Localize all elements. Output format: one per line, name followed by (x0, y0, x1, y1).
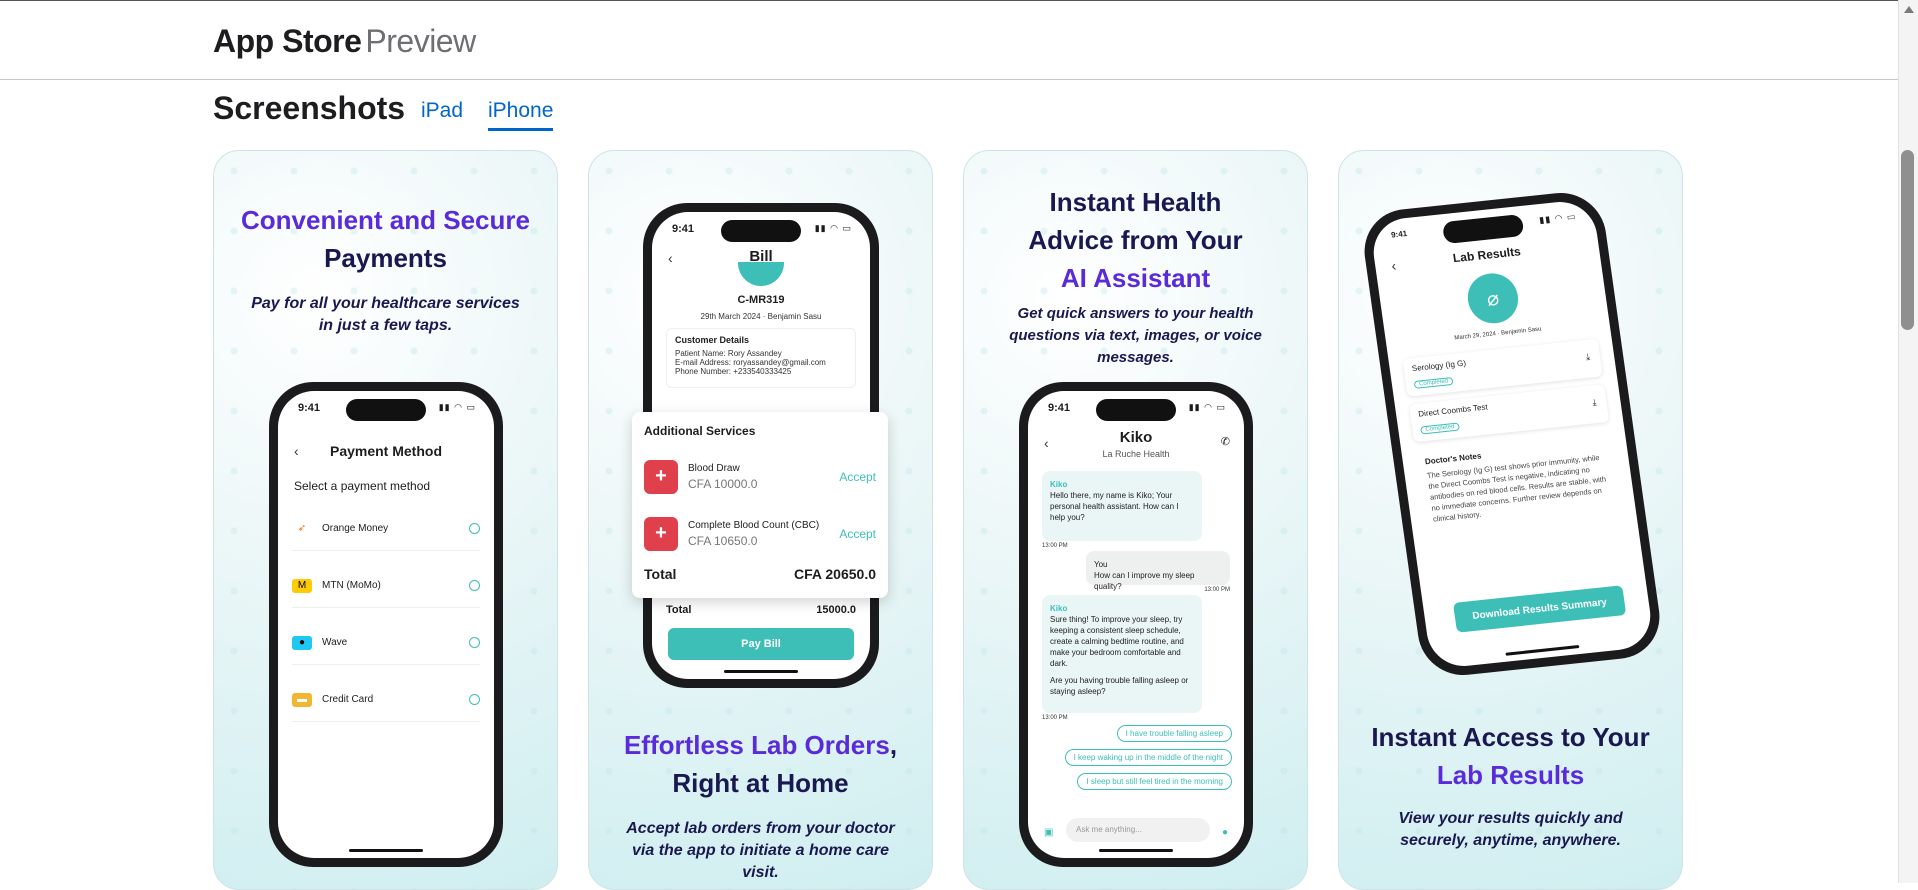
phone-mockup: 9:41 ▮▮ ◠ ▭ ‹ Payment Method Select a pa… (269, 382, 503, 867)
tab-ipad[interactable]: iPad (421, 99, 463, 123)
radio-icon (469, 694, 480, 705)
additional-services-heading: Additional Services (644, 424, 756, 438)
wave-icon: ● (292, 635, 312, 650)
home-indicator (349, 849, 423, 852)
radio-icon (469, 637, 480, 648)
card-subtitle: View your results quickly and securely, … (1398, 810, 1623, 849)
lab-results-title: Lab Results (1451, 244, 1522, 266)
medical-cross-icon: + (644, 459, 678, 494)
bill-id: C-MR319 (737, 294, 785, 306)
chat-org: La Ruche Health (1102, 449, 1170, 459)
card-subtitle: Accept lab orders from your doctor via t… (626, 820, 895, 881)
suggestion-chip[interactable]: I have trouble falling asleep (1116, 725, 1232, 742)
select-prompt: Select a payment method (294, 479, 431, 493)
status-badge: Completed (1413, 376, 1454, 389)
status-time: 9:41 (1390, 229, 1408, 240)
dynamic-island (1441, 213, 1525, 245)
customer-details: Customer Details Patient Name: Rory Assa… (666, 328, 856, 388)
additional-services-panel: Additional Services + Blood Draw CFA 1000… (632, 412, 888, 598)
image-icon: ▣ (1044, 827, 1054, 838)
home-indicator (1505, 645, 1580, 656)
orange-money-icon: ➶ (297, 523, 307, 534)
phone-icon: ✆ (1220, 436, 1230, 448)
bill-total: Total 15000.0 (666, 604, 856, 616)
preview-label: Preview (365, 23, 476, 59)
status-icons: ▮▮ ◠ ▭ (1188, 402, 1226, 412)
payment-option: ➶ Orange Money (292, 507, 480, 551)
credit-card-icon: ▬ (292, 692, 312, 707)
status-badge: Completed (1420, 422, 1461, 435)
payment-option: M MTN (MoMo) (292, 564, 480, 608)
user-message: You How can I improve my sleep quality? (1086, 551, 1230, 591)
vertical-scrollbar[interactable] (1898, 0, 1918, 883)
test-tube-icon: ⌀ (1464, 270, 1522, 326)
app-store-logo[interactable]: App Store Preview (213, 23, 476, 60)
mtn-momo-icon: M (292, 578, 312, 593)
service-item: + Blood Draw CFA 10000.0 Accept (644, 448, 876, 505)
accept-button[interactable]: Accept (839, 470, 876, 484)
medical-cross-icon: + (644, 516, 678, 551)
radio-icon (469, 580, 480, 591)
accept-button[interactable]: Accept (839, 527, 876, 541)
chat-input[interactable]: Ask me anything... (1066, 818, 1210, 842)
screenshot-card-lab-results[interactable]: 9:41 ▮▮ ◠ ▭ ‹ Lab Results ⌀ March 29, 20… (1338, 150, 1683, 890)
dynamic-island (346, 399, 426, 421)
radio-icon (469, 523, 480, 534)
screenshot-card-payments[interactable]: Convenient and Secure Payments Pay for al… (213, 150, 558, 890)
status-time: 9:41 (1048, 402, 1071, 414)
service-item: + Complete Blood Count (CBC) CFA 10650.0 … (644, 505, 876, 562)
status-icons: ▮▮ ◠ ▭ (1538, 211, 1578, 226)
status-time: 9:41 (298, 402, 321, 414)
card-headline: Effortless Lab Orders, Right at Home (623, 730, 898, 798)
payment-option: ▬ Credit Card (292, 678, 480, 722)
home-indicator (1099, 849, 1173, 852)
pay-bill-button[interactable]: Pay Bill (668, 628, 854, 660)
payment-method-title: Payment Method (329, 443, 442, 459)
status-icons: ▮▮ ◠ ▭ (814, 223, 852, 233)
chat-name: Kiko (1119, 429, 1153, 446)
bill-meta: 29th March 2024 · Benjamin Sasu (700, 312, 822, 321)
scroll-up-arrow-icon[interactable] (1904, 6, 1914, 13)
ai-message: Kiko Sure thing! To improve your sleep, t… (1042, 595, 1202, 713)
microphone-icon: ● (1221, 827, 1228, 838)
status-icons: ▮▮ ◠ ▭ (438, 402, 476, 412)
payment-option: ● Wave (292, 621, 480, 665)
bill-icon (738, 262, 784, 286)
ai-message: Kiko Hello there, my name is Kiko; Your p… (1042, 471, 1202, 541)
dynamic-island (1096, 399, 1176, 421)
suggestion-chip[interactable]: I keep waking up in the middle of the ni… (1064, 749, 1232, 766)
suggestion-chip[interactable]: I sleep but still feel tired in the morn… (1077, 773, 1232, 790)
screenshots-heading: Screenshots (213, 90, 406, 126)
card-headline: Instant Health Advice from Your AI Assista… (1028, 187, 1243, 293)
card-subtitle: Pay for all your healthcare services in … (251, 295, 520, 334)
card-headline: Convenient and Secure Payments (241, 205, 530, 273)
app-store-header: App Store Preview (0, 1, 1898, 80)
doctors-notes: Doctor's Notes The Serology (Ig G) test … (1424, 451, 1607, 524)
phone-mockup: 9:41 ▮▮ ◠ ▭ ‹ Kiko La Ruche Health ✆ Kik… (1019, 382, 1253, 867)
scrollbar-thumb[interactable] (1901, 150, 1914, 330)
screenshot-card-ai-assistant[interactable]: Instant Health Advice from Your AI Assista… (963, 150, 1308, 890)
services-total: Total CFA 20650.0 (644, 566, 876, 582)
download-results-button[interactable]: Download Results Summary (1452, 585, 1627, 633)
dynamic-island (721, 220, 801, 242)
status-time: 9:41 (672, 223, 695, 235)
card-subtitle: Get quick answers to your health questio… (1009, 305, 1262, 366)
card-headline: Instant Access to Your Lab Results (1371, 722, 1650, 790)
home-indicator (724, 670, 798, 673)
tab-iphone[interactable]: iPhone (488, 99, 554, 131)
